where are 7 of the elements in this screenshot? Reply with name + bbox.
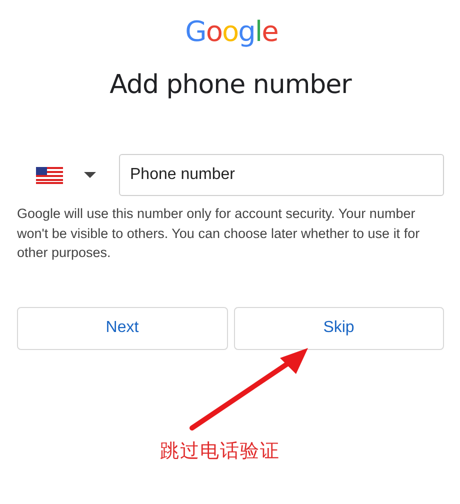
action-button[interactable]: Next (17, 306, 228, 350)
annotation-text: 跳过电话验证 (160, 439, 280, 464)
page-title: Add phone number (110, 69, 352, 102)
google-logo: Google (185, 14, 278, 50)
phone-number-field[interactable]: Phone number (119, 154, 444, 196)
help-text: Google will use this number only for account security. Your number won't be visible to others. You can choose later whether to use it for other purposes. (17, 205, 421, 262)
action-button[interactable]: Skip (234, 306, 444, 350)
